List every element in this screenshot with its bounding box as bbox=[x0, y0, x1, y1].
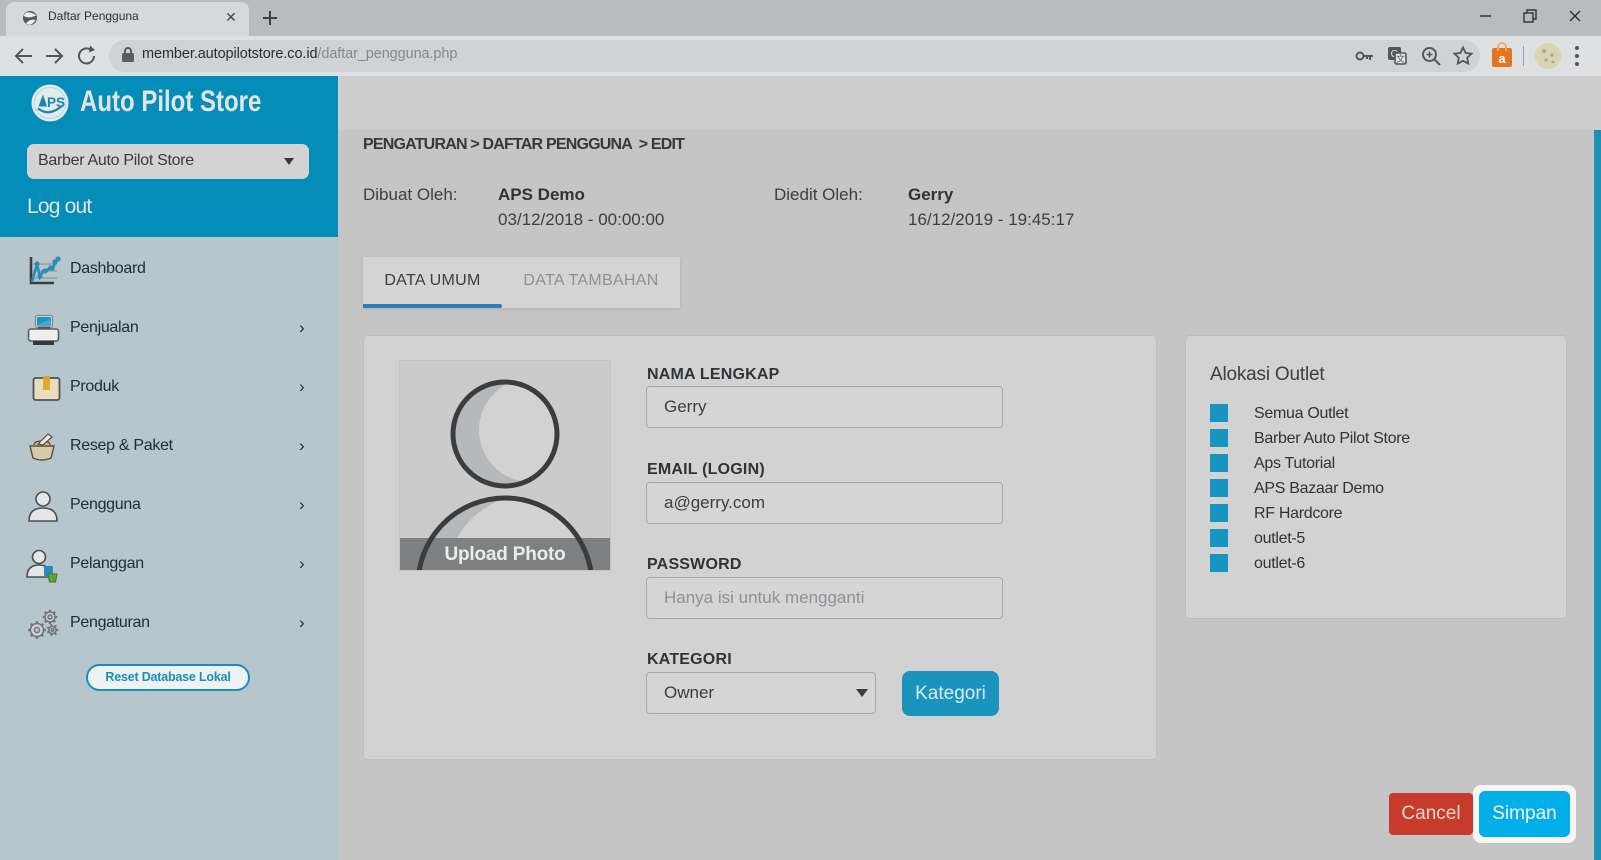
svg-text:PS: PS bbox=[47, 95, 65, 110]
svg-text:文: 文 bbox=[1396, 53, 1405, 64]
svg-text:a: a bbox=[1498, 51, 1506, 66]
